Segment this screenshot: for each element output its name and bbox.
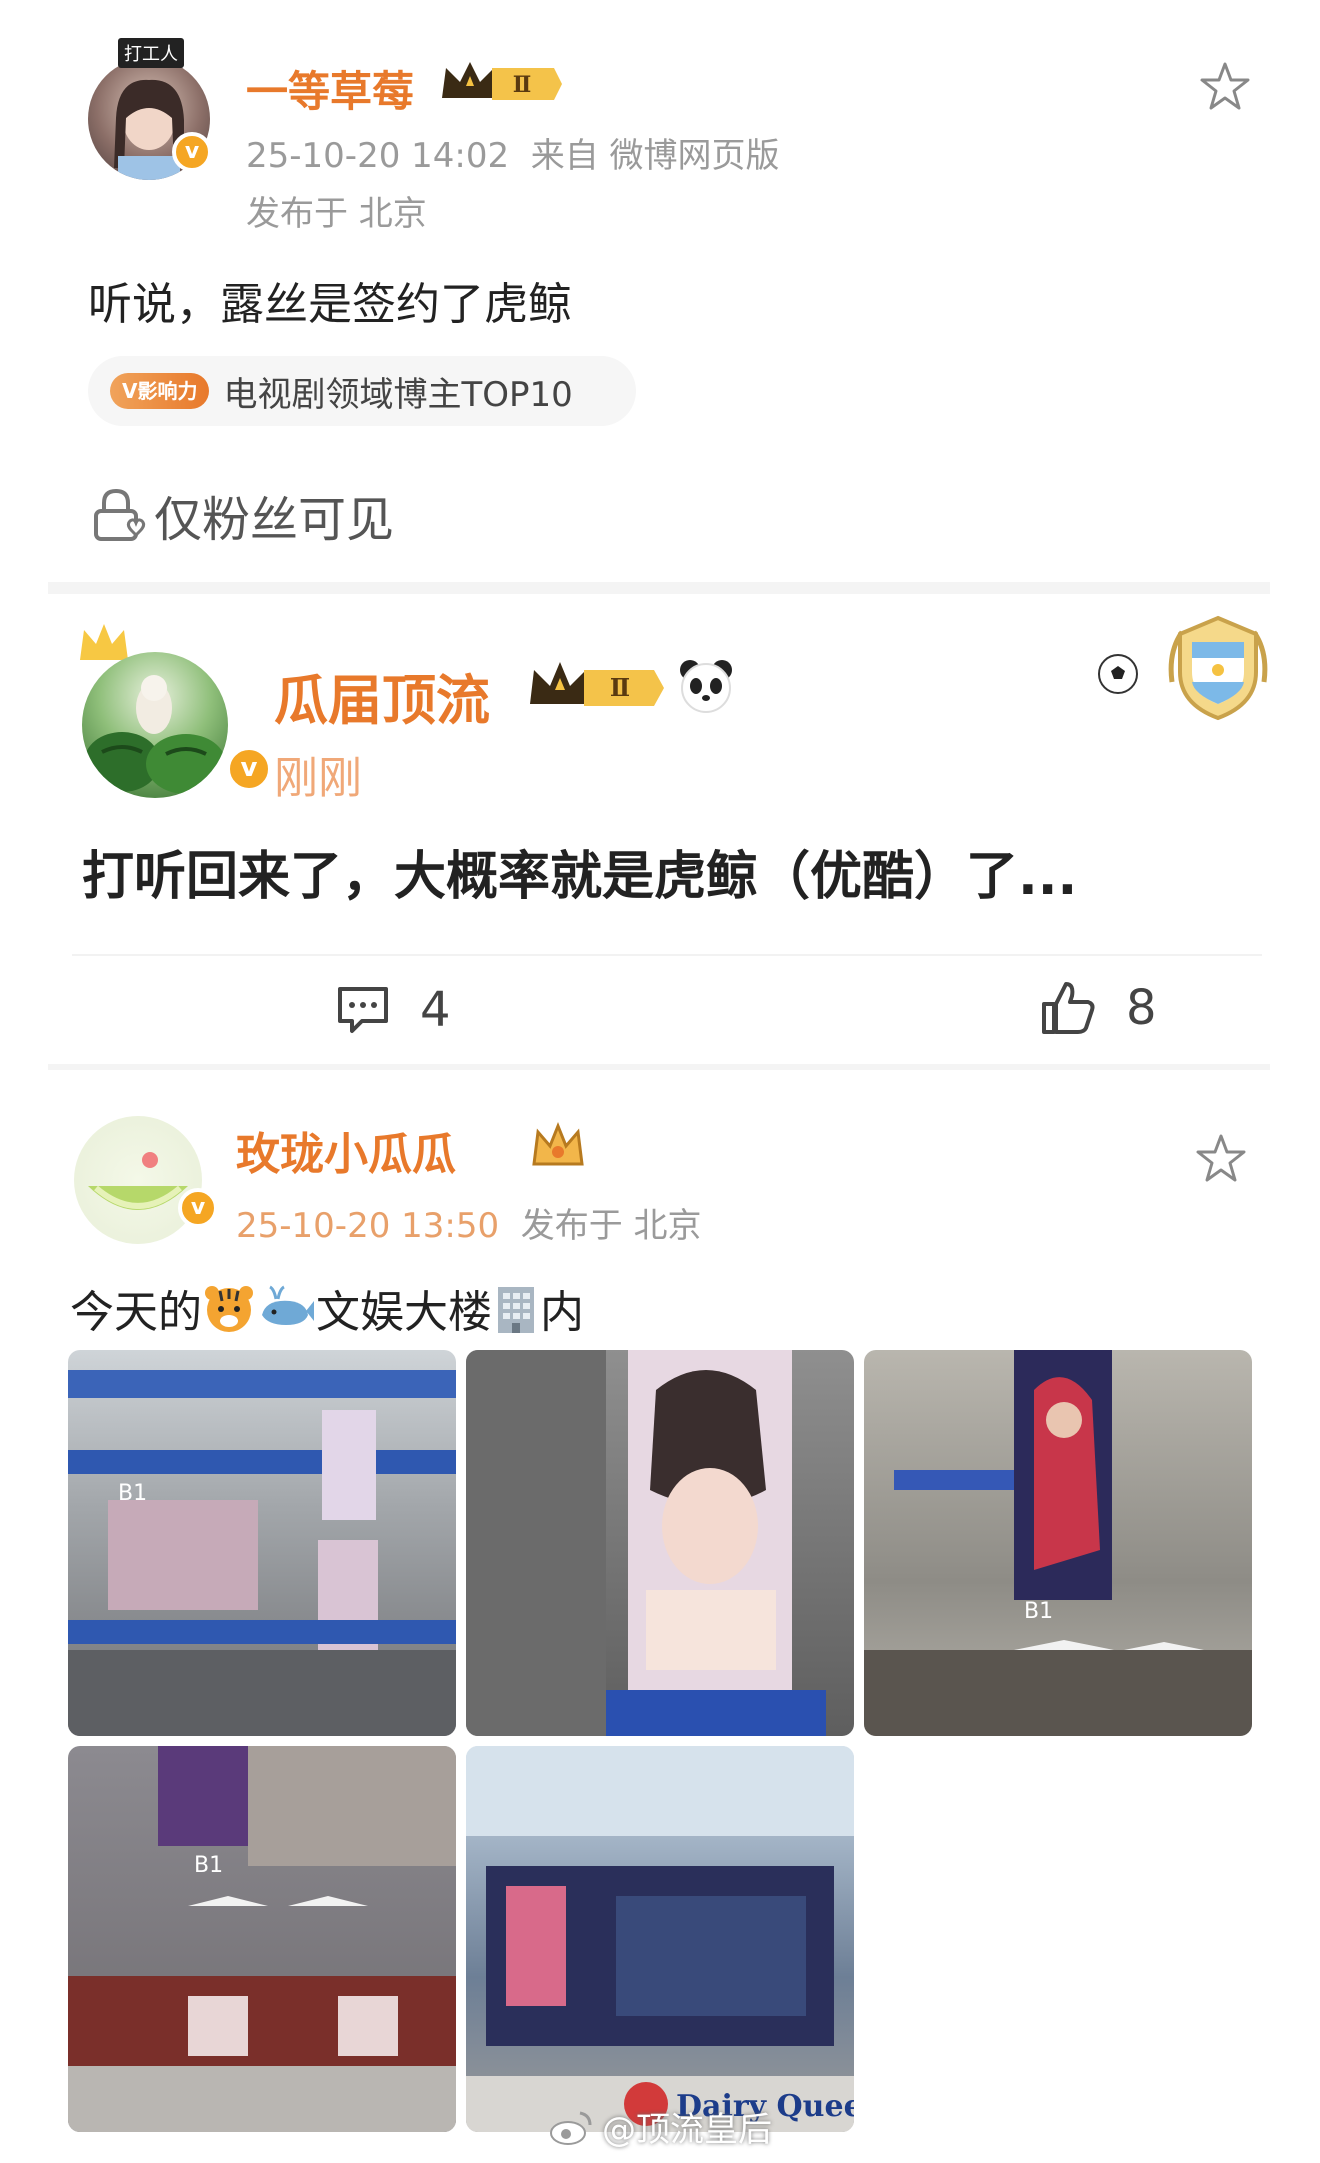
whale-emoji-icon xyxy=(262,1285,314,1325)
fans-only-text: 仅粉丝可见 xyxy=(154,492,395,548)
photo-mall-atrium: B1 xyxy=(68,1370,456,1736)
like-count: 8 xyxy=(1126,980,1157,1036)
username[interactable]: 玫珑小瓜瓜 xyxy=(236,1118,456,1182)
soccer-ball-icon xyxy=(1098,654,1138,694)
photo-led-screen-dancer: B1 xyxy=(864,1350,1252,1736)
favorite-star-icon[interactable] xyxy=(1198,60,1252,114)
post-location: 发布于 北京 xyxy=(246,194,427,234)
thumbs-up-icon xyxy=(1042,982,1095,1034)
fans-only-notice: 仅粉丝可见 xyxy=(88,480,394,550)
photo-thumbnail[interactable]: B1 xyxy=(68,1350,456,1736)
influence-tag-text: 电视剧领域博主TOP10 xyxy=(223,374,573,415)
post-text: 打听回来了，大概率就是虎鲸（优酷）了... xyxy=(82,847,1078,907)
post-1: 打工人 v 一等草莓 Ⅱ 25-10-20 14:02 来自 微博网页版 发布于… xyxy=(48,0,1270,590)
photo-thumbnail[interactable]: Dairy Quee xyxy=(466,1746,854,2132)
photo-thumbnail[interactable] xyxy=(466,1350,854,1736)
photo-led-screen-portrait xyxy=(466,1350,826,1736)
lock-heart-icon xyxy=(94,488,146,541)
level-crown-icon: Ⅱ xyxy=(442,62,562,100)
username[interactable]: 瓜届顶流 xyxy=(274,656,490,735)
avatar-crown-icon xyxy=(80,624,128,660)
level-text: Ⅱ xyxy=(513,72,532,98)
floor-label: B1 xyxy=(1024,1599,1053,1624)
influence-badge: V影响力 xyxy=(110,373,210,409)
office-building-emoji-icon xyxy=(498,1287,534,1333)
avatar-caption: 打工人 xyxy=(118,38,184,68)
post-text: 今天的 文娱大楼 内 xyxy=(70,1276,584,1340)
post-location: 发布于 北京 xyxy=(520,1206,702,1246)
photo-thumbnail[interactable]: B1 xyxy=(864,1350,1252,1736)
verified-badge: v xyxy=(178,1188,218,1228)
tiger-emoji-icon xyxy=(205,1286,253,1332)
post-text: 听说，露丝是签约了虎鲸 xyxy=(88,279,572,330)
floor-label: B1 xyxy=(118,1481,147,1506)
post-2: v 瓜届顶流 Ⅱ 刚刚 打听回来了，大概率就是虎鲸（优酷）了... 4 8 xyxy=(48,594,1270,1064)
action-divider xyxy=(72,954,1262,956)
post-source: 来自 微博网页版 xyxy=(530,136,780,176)
influence-tag[interactable]: V影响力 电视剧领域博主TOP10 xyxy=(88,356,636,426)
level-text: Ⅱ xyxy=(610,673,630,702)
argentina-badge-icon xyxy=(1168,615,1268,721)
like-button[interactable]: 8 xyxy=(1038,978,1157,1038)
crown-medal-icon xyxy=(532,1121,584,1166)
photo-atrium-lower: B1 xyxy=(68,1746,456,2132)
post-timestamp: 25-10-20 13:50 发布于 北京 xyxy=(236,1206,702,1246)
post-3: v 玫珑小瓜瓜 25-10-20 13:50 发布于 北京 今天的 文娱大楼 内… xyxy=(48,1070,1270,2163)
post-timestamp: 25-10-20 14:02 来自 微博网页版 xyxy=(246,136,780,176)
photo-thumbnail[interactable]: B1 xyxy=(68,1746,456,2132)
verified-badge: v xyxy=(226,746,272,792)
comment-icon xyxy=(338,987,388,1033)
avatar[interactable] xyxy=(74,1116,202,1244)
photo-atrium-screens: Dairy Quee xyxy=(466,1746,854,2132)
watermark-text: @顶流皇后 xyxy=(602,2110,772,2150)
level-crown-icon: Ⅱ xyxy=(530,662,664,706)
username[interactable]: 一等草莓 xyxy=(246,58,414,119)
comment-count: 4 xyxy=(420,982,451,1038)
weibo-watermark: @顶流皇后 xyxy=(548,2102,772,2151)
divider xyxy=(48,582,1270,594)
verified-badge: v xyxy=(172,132,212,172)
avatar-melon xyxy=(88,1152,188,1210)
floor-label: B1 xyxy=(194,1853,223,1878)
weibo-logo-icon xyxy=(550,2111,592,2145)
favorite-star-icon[interactable] xyxy=(1194,1132,1248,1186)
post-time: 刚刚 xyxy=(274,753,362,804)
comment-button[interactable]: 4 xyxy=(334,982,451,1038)
panda-icon xyxy=(680,660,732,713)
avatar-watermelon xyxy=(84,675,226,794)
avatar[interactable] xyxy=(82,652,228,798)
